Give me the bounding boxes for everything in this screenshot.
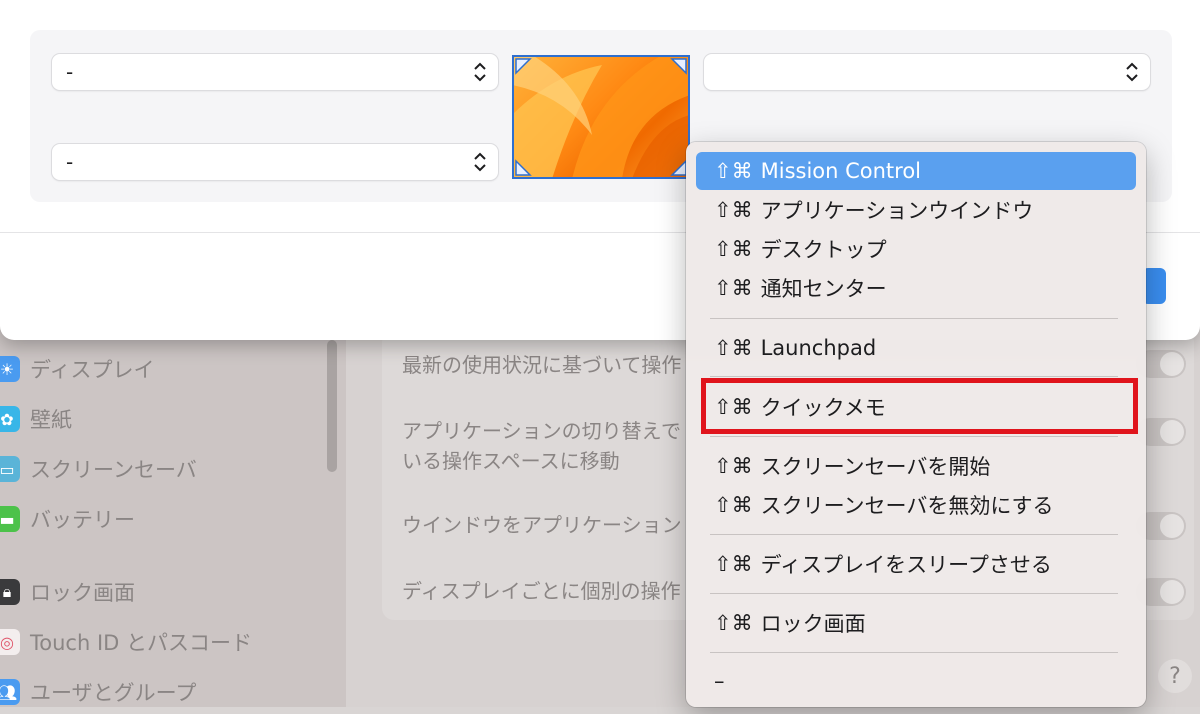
- top-right-corner-select[interactable]: [704, 54, 1150, 90]
- shift-command-icon: ⇧⌘: [714, 493, 753, 517]
- shift-command-icon: ⇧⌘: [714, 237, 753, 261]
- menu-item-display-sleep[interactable]: ⇧⌘ ディスプレイをスリープさせる: [696, 545, 1136, 583]
- row-label: ディスプレイごとに個別の操作: [402, 579, 681, 603]
- menu-separator: [710, 436, 1118, 437]
- sidebar-item-display[interactable]: ☀ ディスプレイ: [0, 347, 155, 391]
- menu-separator: [710, 376, 1118, 377]
- row-label: アプリケーションの切り替えで: [402, 419, 681, 443]
- menu-item-label: デスクトップ: [760, 238, 887, 262]
- sidebar-item-users[interactable]: 👥︎ ユーザとグループ: [0, 670, 196, 714]
- fingerprint-icon: ◎: [0, 629, 20, 655]
- menu-item-label: スクリーンセーバを無効にする: [760, 494, 1054, 518]
- shift-command-icon: ⇧⌘: [714, 611, 753, 635]
- select-value: -: [66, 60, 74, 84]
- menu-item-label: ロック画面: [760, 612, 866, 636]
- corner-arrow-icon: [515, 159, 532, 176]
- sidebar-item-label: ユーザとグループ: [30, 681, 197, 705]
- sidebar-item-screensaver[interactable]: ▭ スクリーンセーバ: [0, 447, 197, 491]
- annotation-highlight-box: [701, 378, 1138, 434]
- sidebar-scrollbar[interactable]: [327, 340, 337, 472]
- desktop-preview-thumbnail: [512, 55, 690, 179]
- menu-separator: [710, 318, 1118, 319]
- corner-arrow-icon: [670, 159, 687, 176]
- menu-item-label: アプリケーションウインドウ: [760, 199, 1034, 223]
- menu-separator: [710, 652, 1118, 653]
- menu-item-label: ディスプレイをスリープさせる: [760, 553, 1052, 577]
- sidebar-item-label: スクリーンセーバ: [30, 458, 197, 482]
- menu-item-disable-screensaver[interactable]: ⇧⌘ スクリーンセーバを無効にする: [696, 486, 1136, 524]
- dash-symbol: –: [714, 669, 725, 693]
- sidebar-item-label: バッテリー: [30, 508, 135, 532]
- menu-item-start-screensaver[interactable]: ⇧⌘ スクリーンセーバを開始: [696, 447, 1136, 485]
- updown-chevron-icon: [474, 62, 486, 82]
- menu-item-label: 通知センター: [760, 277, 887, 301]
- shift-command-icon: ⇧⌘: [714, 454, 753, 478]
- row-label: いる操作スペースに移動: [402, 449, 620, 473]
- bottom-left-corner-select[interactable]: -: [52, 144, 498, 180]
- sidebar-item-lock-screen[interactable]: 🔒︎ ロック画面: [0, 570, 135, 614]
- display-icon: ☀: [0, 356, 20, 382]
- users-icon: 👥︎: [0, 679, 20, 705]
- sidebar-item-battery[interactable]: ▬ バッテリー: [0, 497, 135, 541]
- menu-item-app-windows[interactable]: ⇧⌘ アプリケーションウインドウ: [696, 191, 1136, 229]
- shift-command-icon: ⇧⌘: [714, 552, 753, 576]
- settings-sidebar: ☀ ディスプレイ ✿ 壁紙 ▭ スクリーンセーバ ▬ バッテリー 🔒︎ ロック画…: [0, 330, 346, 707]
- sidebar-item-label: ディスプレイ: [30, 358, 155, 382]
- menu-item-label: Mission Control: [760, 159, 922, 183]
- corner-arrow-icon: [515, 58, 532, 75]
- menu-item-notification-center[interactable]: ⇧⌘ 通知センター: [696, 269, 1136, 307]
- menu-separator: [710, 593, 1118, 594]
- menu-item-none[interactable]: –: [696, 662, 1136, 700]
- shift-command-icon: ⇧⌘: [714, 198, 753, 222]
- lock-icon: 🔒︎: [0, 579, 20, 605]
- row-label: ウインドウをアプリケーション: [402, 513, 682, 537]
- menu-item-launchpad[interactable]: ⇧⌘ Launchpad: [696, 329, 1136, 367]
- menu-separator: [710, 534, 1118, 535]
- top-left-corner-select[interactable]: -: [52, 54, 498, 90]
- select-value: -: [66, 150, 74, 174]
- help-button[interactable]: ?: [1158, 659, 1192, 693]
- screensaver-icon: ▭: [0, 456, 20, 482]
- menu-item-lock-screen[interactable]: ⇧⌘ ロック画面: [696, 604, 1136, 642]
- wallpaper-icon: ✿: [0, 406, 20, 432]
- corner-arrow-icon: [670, 58, 687, 75]
- wallpaper-image: [514, 57, 688, 177]
- updown-chevron-icon: [474, 152, 486, 172]
- menu-item-label: スクリーンセーバを開始: [760, 455, 991, 479]
- sidebar-item-label: Touch ID とパスコード: [30, 631, 252, 655]
- shift-command-icon: ⇧⌘: [714, 159, 753, 183]
- sidebar-item-touch-id[interactable]: ◎ Touch ID とパスコード: [0, 620, 252, 664]
- sidebar-item-wallpaper[interactable]: ✿ 壁紙: [0, 397, 72, 441]
- shift-command-icon: ⇧⌘: [714, 336, 753, 360]
- updown-chevron-icon: [1126, 62, 1138, 82]
- menu-item-label: Launchpad: [760, 336, 877, 360]
- sidebar-item-label: 壁紙: [30, 408, 72, 432]
- row-label: 最新の使用状況に基づいて操作: [402, 353, 682, 377]
- sidebar-item-label: ロック画面: [30, 581, 135, 605]
- menu-item-mission-control[interactable]: ⇧⌘ Mission Control: [696, 152, 1136, 190]
- battery-icon: ▬: [0, 506, 20, 532]
- menu-item-desktop[interactable]: ⇧⌘ デスクトップ: [696, 230, 1136, 268]
- shift-command-icon: ⇧⌘: [714, 276, 753, 300]
